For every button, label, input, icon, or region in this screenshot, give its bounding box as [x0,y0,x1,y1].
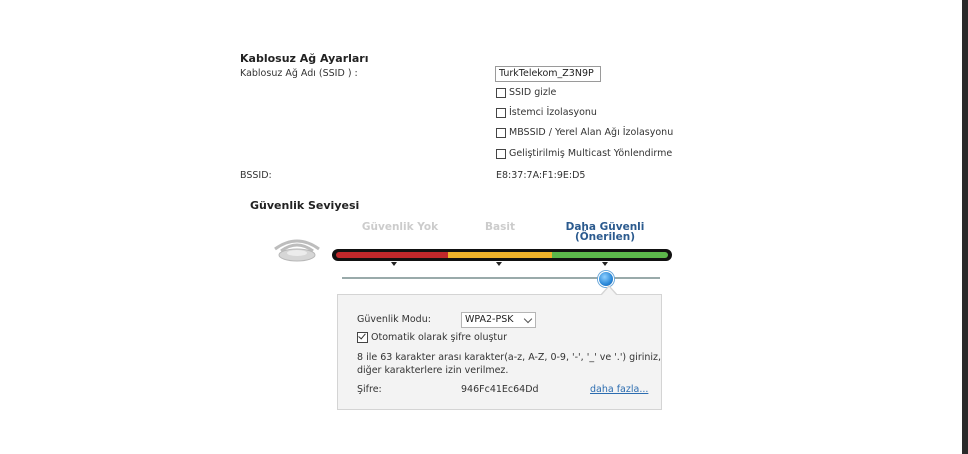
level-secure-label[interactable]: Daha Güvenli (Önerilen) [560,222,650,243]
level-none-label[interactable]: Güvenlik Yok [355,221,445,233]
security-mode-value: WPA2-PSK [465,314,514,325]
level-basic-marker [496,262,502,266]
hide-ssid-option[interactable]: SSID gizle [496,87,556,98]
level-secure-line2: (Önerilen) [574,231,636,243]
level-basic-segment [448,252,552,258]
level-secure-marker [602,262,608,266]
hide-ssid-label: SSID gizle [509,87,557,98]
mbssid-isolation-label: MBSSID / Yerel Alan Ağı İzolasyonu [509,127,674,138]
password-hint-line2: diğer karakterlere izin verilmez. [357,365,509,376]
security-mode-select[interactable]: WPA2-PSK [461,312,536,328]
client-isolation-checkbox[interactable] [496,107,506,118]
multicast-option[interactable]: Geliştirilmiş Multicast Yönlendirme [496,148,672,159]
wifi-router-icon [274,239,320,262]
more-link[interactable]: daha fazla... [590,384,648,395]
mbssid-isolation-option[interactable]: MBSSID / Yerel Alan Ağı İzolasyonu [496,127,673,138]
hide-ssid-checkbox[interactable] [496,87,506,98]
panel-pointer-inner [601,287,617,296]
chevron-down-icon [523,314,533,324]
ssid-label: Kablosuz Ağ Adı (SSID ) : [240,68,358,79]
auto-password-checkbox[interactable] [357,332,368,343]
security-level-heading: Güvenlik Seviyesi [250,199,360,212]
multicast-label: Geliştirilmiş Multicast Yönlendirme [509,148,673,159]
mbssid-isolation-checkbox[interactable] [496,127,506,138]
client-isolation-label: İstemci İzolasyonu [509,107,597,118]
window-edge [962,0,968,454]
auto-password-option[interactable]: Otomatik olarak şifre oluştur [357,332,507,343]
bssid-label: BSSID: [240,170,272,181]
bssid-value: E8:37:7A:F1:9E:D5 [496,170,586,181]
level-none-marker [391,262,397,266]
multicast-checkbox[interactable] [496,148,506,159]
security-mode-label: Güvenlik Modu: [357,314,431,325]
level-none-segment [336,252,448,258]
level-secure-segment [552,252,668,258]
ssid-input[interactable]: TurkTelekom_Z3N9P [495,66,601,82]
client-isolation-option[interactable]: İstemci İzolasyonu [496,107,597,118]
wireless-settings-title: Kablosuz Ağ Ayarları [240,52,369,65]
auto-password-label: Otomatik olarak şifre oluştur [371,332,508,343]
level-basic-label[interactable]: Basit [470,221,530,233]
password-hint-line1: 8 ile 63 karakter arası karakter(a-z, A-… [357,352,662,363]
security-level-bar[interactable] [332,249,672,261]
password-label: Şifre: [357,384,382,395]
password-value: 946Fc41Ec64Dd [461,384,539,395]
